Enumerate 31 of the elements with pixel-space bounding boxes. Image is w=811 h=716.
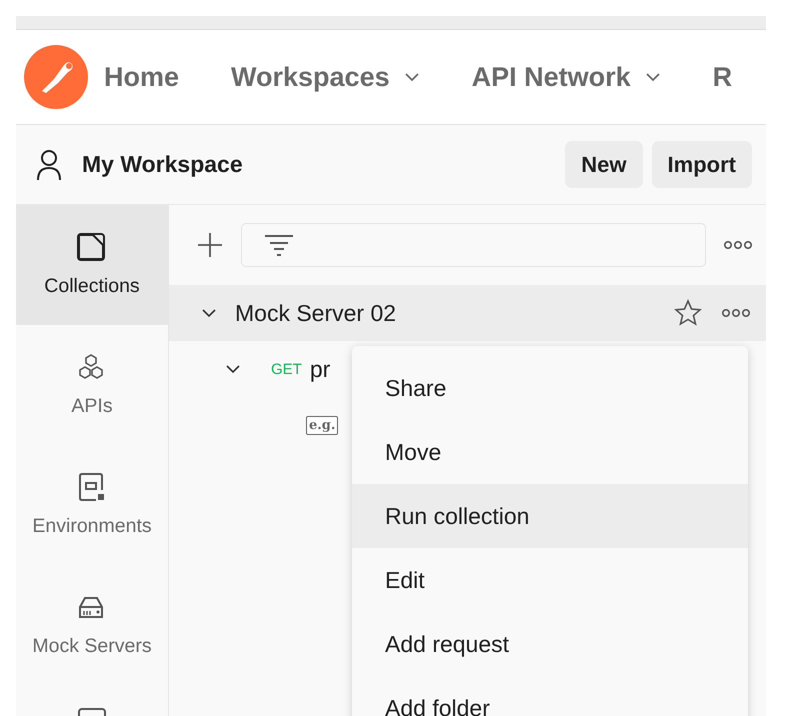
more-icon[interactable] xyxy=(722,308,750,318)
request-name[interactable]: pr xyxy=(310,356,330,382)
example-badge: e.g. xyxy=(306,416,338,434)
collection-row[interactable]: Mock Server 02 xyxy=(169,285,766,341)
filter-icon xyxy=(264,234,294,256)
nav-link[interactable]: Workspaces xyxy=(231,56,420,98)
environment-icon xyxy=(77,472,107,502)
filter-field[interactable] xyxy=(241,223,706,267)
user-icon xyxy=(36,148,62,180)
sidebar-item[interactable]: Collections xyxy=(16,205,168,325)
nav-link[interactable]: Home xyxy=(104,56,180,98)
sidebar-item[interactable]: Environments xyxy=(16,445,168,565)
nav-link[interactable]: API Network xyxy=(472,56,661,98)
menu-item[interactable]: Share xyxy=(352,356,748,420)
nav-link[interactable]: R xyxy=(712,56,732,98)
menu-item[interactable]: Add folder xyxy=(352,676,748,716)
menu-item[interactable]: Edit xyxy=(352,548,748,612)
menu-item[interactable]: Move xyxy=(352,420,748,484)
postman-logo xyxy=(24,45,88,109)
menu-item[interactable]: Add request xyxy=(352,612,748,676)
menu-item[interactable]: Run collection xyxy=(352,484,748,548)
new-button[interactable]: New xyxy=(565,141,643,188)
more-icon[interactable] xyxy=(724,240,752,250)
folder-icon xyxy=(77,232,107,262)
workspace-name: My Workspace xyxy=(82,151,244,178)
sidebar-item[interactable]: Mock Servers xyxy=(16,565,168,685)
import-button[interactable]: Import xyxy=(652,141,752,188)
sidebar-item[interactable]: APIs xyxy=(16,325,168,445)
star-icon[interactable] xyxy=(674,299,702,327)
plus-icon[interactable] xyxy=(197,232,223,258)
method-label: GET xyxy=(271,360,302,378)
